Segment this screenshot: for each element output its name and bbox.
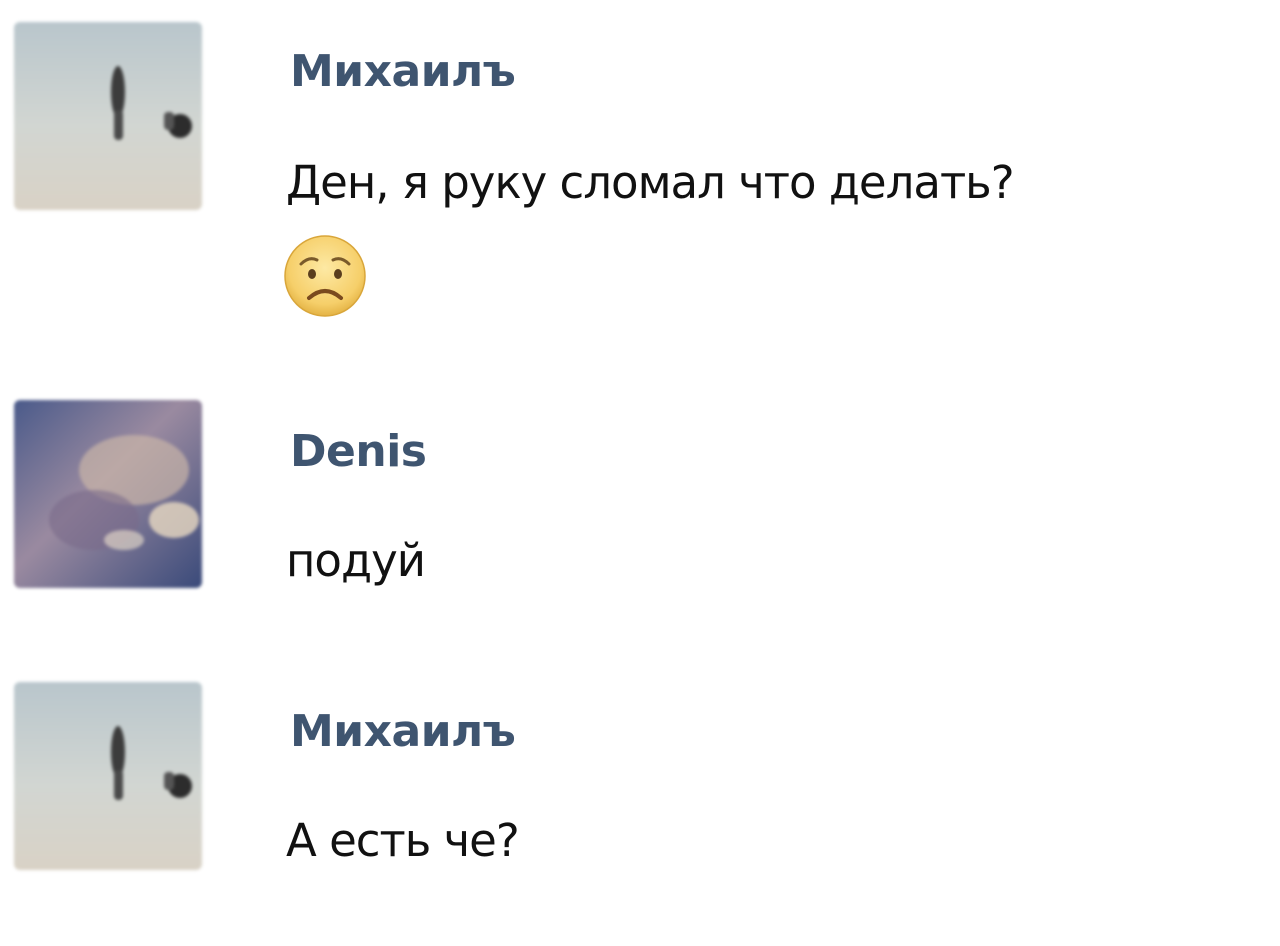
avatar[interactable] xyxy=(14,22,202,210)
message-text: А есть че? xyxy=(286,814,520,867)
avatar[interactable] xyxy=(14,682,202,870)
author-name[interactable]: Михаилъ xyxy=(290,50,516,94)
message-item: Михаилъ А есть че? xyxy=(0,660,1280,900)
message-text: Ден, я руку сломал что делать? xyxy=(286,156,1015,209)
message-item: Михаилъ Ден, я руку сломал что делать? xyxy=(0,0,1280,340)
avatar-blurred-image xyxy=(14,400,202,588)
message-text: подуй xyxy=(286,534,426,587)
worried-face-emoji xyxy=(283,234,367,318)
author-name[interactable]: Denis xyxy=(290,430,427,474)
author-name[interactable]: Михаилъ xyxy=(290,710,516,754)
avatar-beach-image xyxy=(14,682,202,870)
avatar[interactable] xyxy=(14,400,202,588)
avatar-beach-image xyxy=(14,22,202,210)
message-item: Denis подуй xyxy=(0,380,1280,620)
